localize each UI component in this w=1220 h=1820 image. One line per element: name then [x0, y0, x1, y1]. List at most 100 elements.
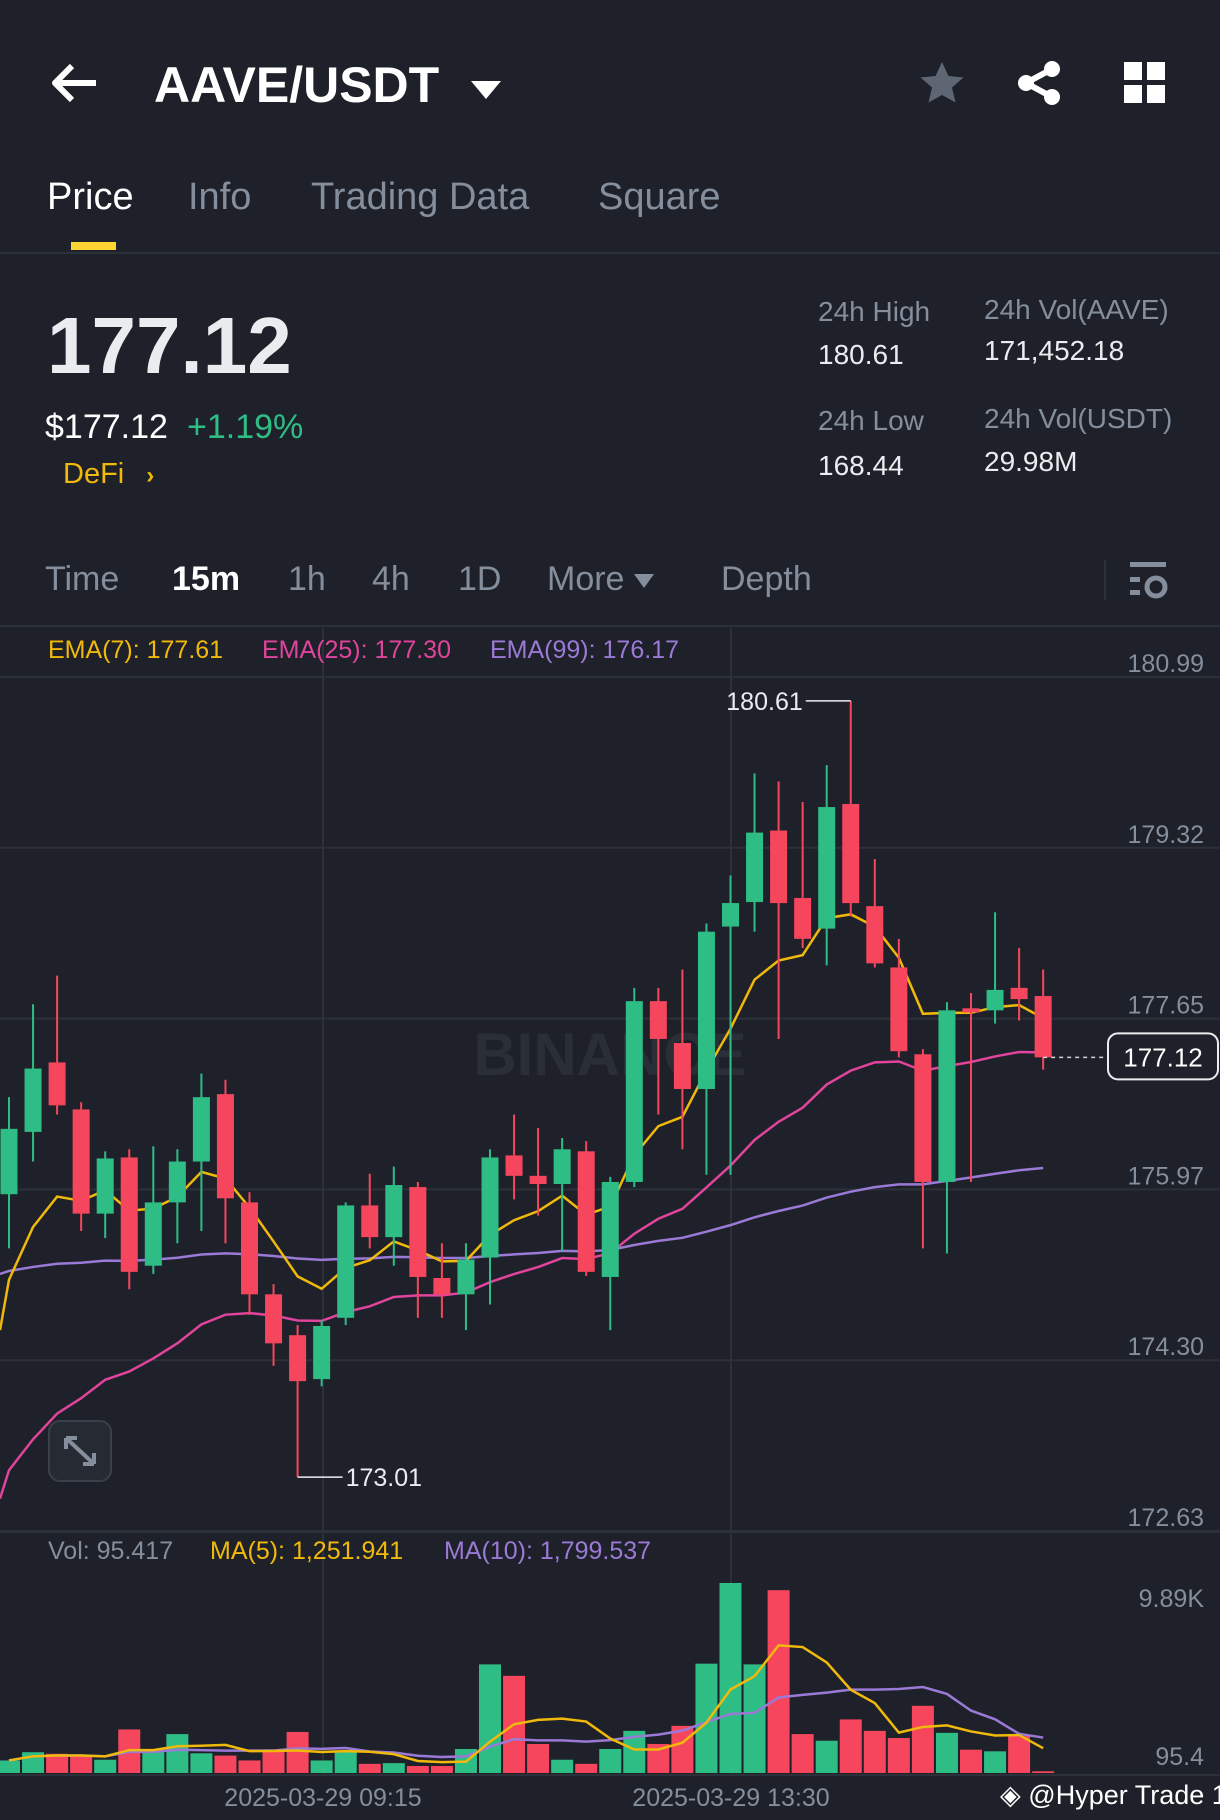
volume-bar — [0, 1760, 20, 1773]
volume-bar — [527, 1743, 550, 1773]
candle-down — [673, 1043, 691, 1089]
volume-bar — [190, 1753, 213, 1773]
candle-up — [986, 989, 1004, 1011]
candle-down — [649, 1001, 667, 1039]
fullscreen-button[interactable] — [48, 1420, 112, 1482]
candle-up — [385, 1185, 403, 1238]
volume-bar — [406, 1766, 429, 1773]
ma10-legend: MA(10): 1,799.537 — [444, 1537, 652, 1565]
candle-down — [361, 1205, 379, 1238]
price-axis-label: 172.63 — [1128, 1504, 1204, 1532]
candle-up — [553, 1149, 571, 1185]
candle-down — [48, 1062, 66, 1106]
volume-bar — [382, 1763, 405, 1773]
candle-up — [625, 1001, 643, 1182]
volume-bar — [887, 1738, 910, 1773]
candle-up — [144, 1202, 162, 1266]
candle-up — [0, 1128, 18, 1195]
volume-bar — [166, 1734, 189, 1773]
volume-bar — [719, 1583, 742, 1773]
candle-down — [120, 1157, 138, 1272]
volume-bar — [575, 1763, 598, 1773]
candle-down — [409, 1187, 427, 1277]
candle-down — [962, 1008, 980, 1013]
price-axis-label: 179.32 — [1128, 821, 1204, 849]
candle-up — [96, 1158, 114, 1214]
price-axis-label: 177.65 — [1128, 992, 1204, 1020]
price-axis-label: 174.30 — [1128, 1333, 1204, 1361]
volume-bar — [310, 1760, 333, 1773]
volume-bar — [430, 1766, 453, 1773]
candle-down — [842, 803, 860, 904]
candle-down — [577, 1151, 595, 1272]
candle-up — [192, 1097, 210, 1162]
candle-down — [265, 1294, 283, 1344]
volume-bar — [767, 1590, 790, 1773]
ema25-line — [0, 1050, 1044, 1500]
candle-down — [529, 1175, 547, 1185]
volume-bar — [551, 1759, 574, 1773]
high-marker-label: 180.61 — [726, 688, 802, 716]
volume-bar — [262, 1751, 285, 1773]
current-price-label: 177.12 — [1123, 1042, 1203, 1072]
ema7-legend: EMA(7): 177.61 — [48, 636, 224, 664]
volume-axis-label: 95.4 — [1155, 1743, 1204, 1771]
low-marker-label: 173.01 — [346, 1464, 422, 1492]
volume-bar — [358, 1763, 381, 1773]
volume-bar — [839, 1719, 862, 1773]
volume-bar — [479, 1664, 501, 1773]
candle-up — [481, 1157, 499, 1258]
candle-down — [72, 1109, 90, 1214]
candle-down — [770, 830, 788, 904]
candle-up — [313, 1325, 331, 1380]
candle-down — [890, 967, 908, 1052]
candle-up — [746, 832, 764, 903]
candle-up — [938, 1010, 956, 1182]
volume-bar — [334, 1751, 357, 1773]
volume-bar — [238, 1760, 261, 1773]
volume-bar — [599, 1748, 622, 1773]
candle-up — [697, 931, 715, 1089]
volume-bar — [863, 1730, 886, 1773]
candle-up — [337, 1205, 355, 1318]
binance-logo-icon: ◈ — [1000, 1780, 1021, 1810]
watermark-credit: ◈ @Hyper Trade 1 — [1000, 1780, 1220, 1811]
candle-up — [457, 1259, 475, 1295]
candle-down — [505, 1155, 523, 1176]
time-axis-label: 2025-03-29 13:30 — [632, 1784, 829, 1812]
ema25-legend: EMA(25): 177.30 — [262, 636, 451, 664]
candle-up — [818, 807, 836, 929]
candle-down — [1034, 996, 1052, 1058]
volume-bar — [935, 1732, 958, 1773]
expand-icon — [64, 1436, 96, 1466]
ema7-line — [0, 913, 1044, 1331]
candle-up — [601, 1181, 619, 1277]
candle-up — [24, 1068, 42, 1132]
volume-bar — [960, 1749, 982, 1773]
volume-bar — [984, 1751, 1007, 1773]
volume-axis-label: 9.89K — [1139, 1585, 1205, 1613]
volume-bar — [214, 1755, 237, 1773]
volume-bar — [815, 1740, 838, 1773]
candle-down — [241, 1202, 258, 1295]
candle-down — [866, 906, 884, 964]
price-axis-label: 180.99 — [1128, 650, 1204, 678]
candle-down — [433, 1277, 451, 1295]
candle-down — [289, 1335, 307, 1382]
volume-bar — [94, 1759, 117, 1773]
ema99-legend: EMA(99): 176.17 — [490, 636, 679, 664]
volume-bar — [1008, 1735, 1031, 1773]
candle-up — [168, 1161, 186, 1203]
candle-down — [914, 1054, 932, 1182]
candle-down — [216, 1094, 234, 1199]
volume-bar — [911, 1705, 934, 1773]
time-axis-label: 2025-03-29 09:15 — [224, 1784, 421, 1812]
volume-bar — [142, 1752, 165, 1773]
candle-down — [794, 897, 812, 939]
candle-up — [722, 903, 739, 927]
volume-bar — [791, 1734, 814, 1773]
volume-bar — [70, 1755, 93, 1773]
volume-bar — [1032, 1771, 1055, 1773]
volume-bar — [286, 1731, 309, 1773]
vol-legend: Vol: 95.417 — [48, 1537, 174, 1565]
